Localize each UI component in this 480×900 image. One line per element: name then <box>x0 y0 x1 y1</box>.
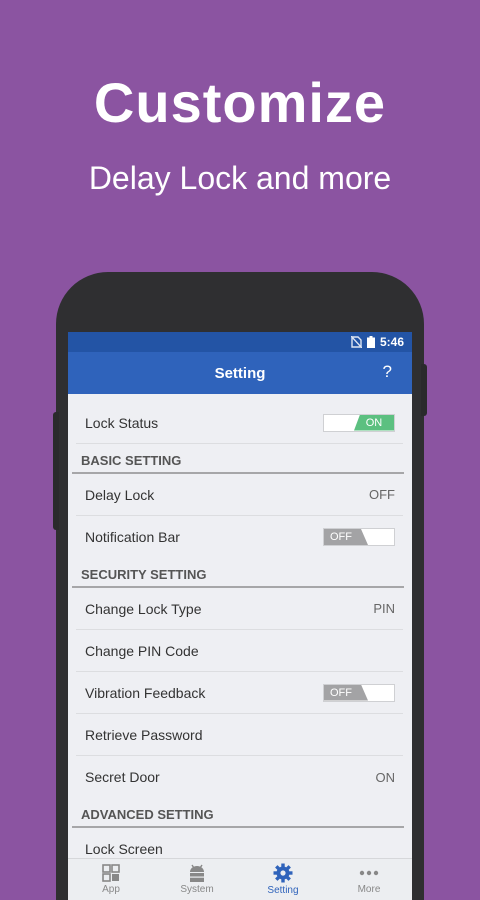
gear-icon <box>273 863 293 883</box>
nav-tab-app-label: App <box>102 884 120 895</box>
vibration-toggle-state: OFF <box>324 685 368 701</box>
nav-tab-more[interactable]: More <box>326 859 412 900</box>
bottom-nav: App System Setting More <box>68 858 412 900</box>
settings-list: Lock Status ON BASIC SETTING Delay Lock … <box>68 394 412 858</box>
setting-row-change-pin[interactable]: Change PIN Code <box>76 630 403 672</box>
status-time: 5:46 <box>379 335 404 349</box>
setting-row-lock-status[interactable]: Lock Status ON <box>76 402 403 444</box>
vibration-toggle[interactable]: OFF <box>323 683 395 702</box>
battery-icon <box>366 336 375 348</box>
notification-bar-toggle[interactable]: OFF <box>323 528 395 546</box>
phone-side-button-left <box>53 412 59 530</box>
setting-row-delay-lock[interactable]: Delay Lock OFF <box>76 474 403 516</box>
vibration-label: Vibration Feedback <box>85 684 206 701</box>
secret-door-value: ON <box>375 769 396 785</box>
lock-status-toggle[interactable]: ON <box>323 413 395 432</box>
nav-tab-setting[interactable]: Setting <box>240 859 326 900</box>
lock-screen-label: Lock Screen <box>85 841 163 857</box>
app-bar: Setting ? <box>68 352 412 394</box>
notification-bar-label: Notification Bar <box>85 529 180 545</box>
nav-tab-system[interactable]: System <box>154 859 240 900</box>
setting-row-change-lock-type[interactable]: Change Lock Type PIN <box>76 588 403 630</box>
phone-side-button-right <box>421 364 427 416</box>
lock-status-label: Lock Status <box>85 414 159 431</box>
change-lock-type-value: PIN <box>373 601 395 616</box>
hero-title: Customize <box>93 71 387 134</box>
retrieve-password-label: Retrieve Password <box>85 726 203 743</box>
phone-screen: 5:46 Setting ? Lock Status ON BASIC SETT… <box>68 332 412 900</box>
help-button[interactable]: ? <box>383 362 392 382</box>
change-pin-label: Change PIN Code <box>85 642 199 659</box>
app-bar-title: Setting <box>214 364 266 382</box>
more-dots-icon <box>359 864 379 882</box>
hero-subtitle: Delay Lock and more <box>88 160 392 196</box>
setting-row-notification-bar[interactable]: Notification Bar OFF <box>76 516 403 558</box>
delay-lock-value: OFF <box>369 487 395 502</box>
secret-door-label: Secret Door <box>85 769 160 785</box>
change-lock-type-label: Change Lock Type <box>85 600 202 617</box>
nav-tab-setting-label: Setting <box>267 885 299 896</box>
nav-tab-system-label: System <box>180 884 214 895</box>
setting-row-retrieve-password[interactable]: Retrieve Password <box>76 714 403 756</box>
setting-row-vibration[interactable]: Vibration Feedback OFF <box>76 672 403 714</box>
section-header-security: SECURITY SETTING <box>72 558 404 588</box>
section-header-advanced: ADVANCED SETTING <box>72 798 404 828</box>
nav-tab-more-label: More <box>357 884 381 895</box>
android-icon <box>187 864 207 882</box>
setting-row-secret-door[interactable]: Secret Door ON <box>76 756 403 798</box>
delay-lock-label: Delay Lock <box>85 486 155 503</box>
section-header-basic: BASIC SETTING <box>72 444 404 474</box>
setting-row-lock-screen[interactable]: Lock Screen <box>76 828 403 858</box>
grid-icon <box>102 864 120 882</box>
lock-status-toggle-state: ON <box>354 414 394 431</box>
notification-bar-toggle-state: OFF <box>324 529 368 545</box>
status-bar: 5:46 <box>68 332 412 352</box>
no-sim-icon <box>350 336 362 348</box>
nav-tab-app[interactable]: App <box>68 859 154 900</box>
